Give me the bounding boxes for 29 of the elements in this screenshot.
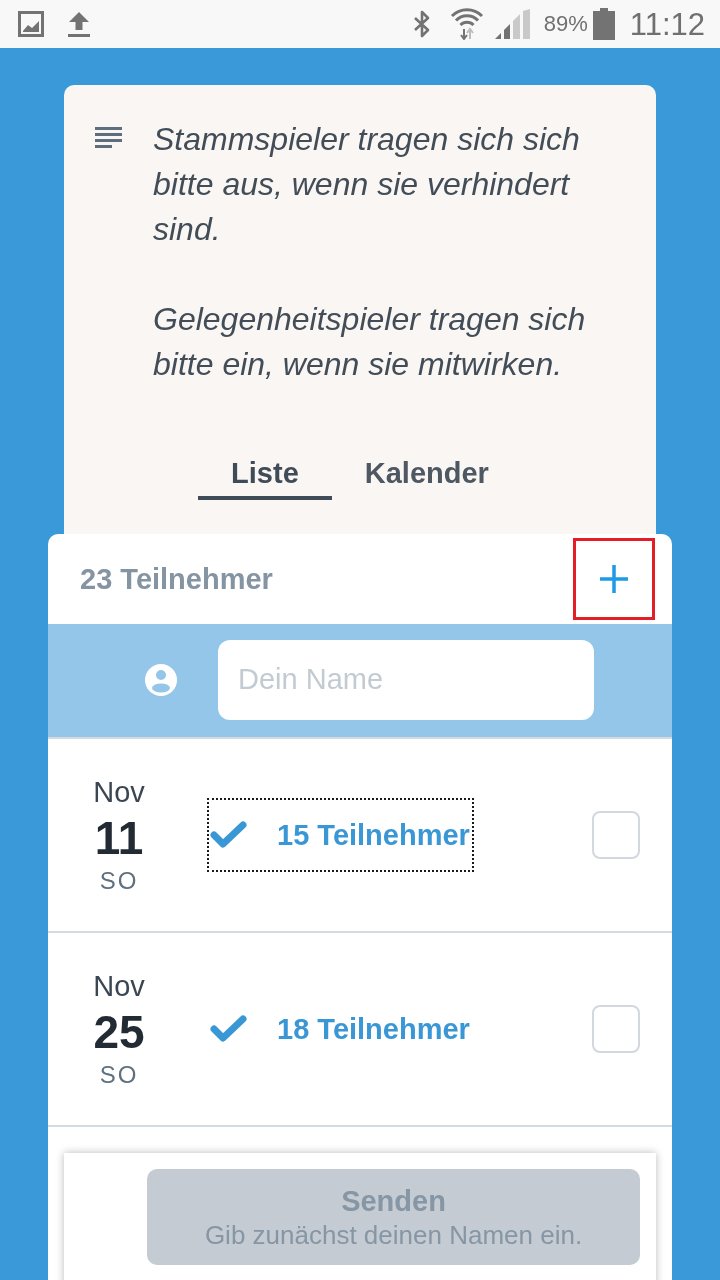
- text-lines-icon: [95, 127, 122, 148]
- user-icon: [145, 663, 177, 696]
- participants-link[interactable]: 15 Teilnehmer: [207, 798, 474, 872]
- name-input[interactable]: Dein Name: [218, 639, 594, 720]
- date-day: 11: [94, 810, 144, 866]
- tab[interactable]: Kalender: [331, 453, 522, 500]
- participants-link[interactable]: 18 Teilnehmer: [207, 992, 474, 1066]
- checkbox[interactable]: [592, 811, 640, 859]
- check-icon: [210, 1015, 247, 1043]
- wifi-icon: [449, 8, 484, 40]
- checkbox[interactable]: [592, 1005, 640, 1053]
- battery-level: 89%: [543, 13, 588, 35]
- upload-icon: [68, 11, 90, 37]
- date-month: Nov: [93, 969, 145, 1004]
- date-weekday: SO: [99, 866, 139, 896]
- notice-text: Gelegenheitspieler tragen sich bitte ein, wenn sie mitwirken.: [153, 300, 587, 384]
- image-icon: [18, 11, 44, 37]
- tab[interactable]: Liste: [198, 453, 332, 500]
- signal-icon: [494, 9, 530, 39]
- date-month: Nov: [93, 775, 145, 810]
- clock: 11:12: [629, 8, 705, 40]
- date-weekday: SO: [99, 1060, 139, 1090]
- add-button[interactable]: [573, 538, 655, 620]
- plus-icon: [600, 565, 628, 593]
- date-day: 25: [93, 1004, 145, 1060]
- participants-count: 23 Teilnehmer: [80, 562, 273, 596]
- battery-icon: [592, 8, 615, 40]
- notice-text: Stammspieler tragen sich sich bitte aus, wenn sie verhindert sind.: [153, 120, 581, 249]
- check-icon: [210, 821, 247, 849]
